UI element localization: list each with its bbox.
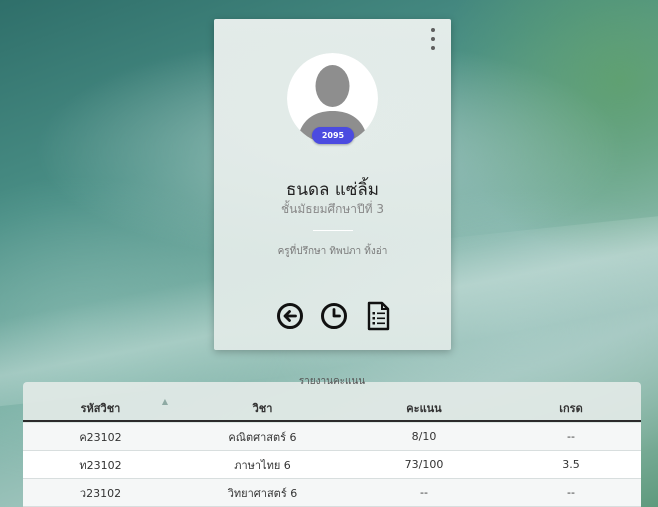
- back-arrow-icon[interactable]: [274, 300, 306, 332]
- divider: [313, 230, 353, 231]
- action-icons: [274, 300, 394, 332]
- cell-grade: --: [567, 430, 575, 443]
- header-score[interactable]: คะแนน: [347, 399, 501, 417]
- header-grade[interactable]: เกรด: [501, 399, 641, 417]
- cell-subject: วิทยาศาสตร์ 6: [227, 486, 298, 500]
- cell-score: --: [420, 486, 428, 499]
- sort-ascending-icon[interactable]: ▲: [162, 397, 168, 406]
- cell-course-code: ว23102: [79, 486, 122, 500]
- student-id-badge: 2095: [312, 127, 354, 144]
- advisor-name: ครูที่ปรึกษา ทิพปภา ทิ้งอ่า: [277, 246, 388, 257]
- table-header: รหัสวิชา ▲ วิชา คะแนน เกรด: [23, 396, 641, 422]
- table-body: ค23102 คณิตศาสตร์ 6 8/10 -- ท23102 ภาษาไ…: [23, 423, 641, 507]
- cell-score: 8/10: [411, 430, 437, 443]
- student-name: ธนดล แซ่ลิ้ม: [286, 180, 379, 200]
- cell-course-code: ท23102: [79, 458, 122, 472]
- table-row: ว23102 วิทยาศาสตร์ 6 -- --: [23, 479, 641, 507]
- report-title: รายงานคะแนน: [298, 376, 366, 387]
- cell-subject: คณิตศาสตร์ 6: [228, 430, 297, 444]
- cell-subject: ภาษาไทย 6: [234, 458, 291, 472]
- kebab-menu-icon[interactable]: [427, 28, 439, 50]
- header-course-code[interactable]: รหัสวิชา ▲: [23, 397, 178, 417]
- cell-score: 73/100: [404, 458, 444, 471]
- table-row: ค23102 คณิตศาสตร์ 6 8/10 --: [23, 423, 641, 451]
- cell-grade: --: [567, 486, 575, 499]
- cell-grade: 3.5: [562, 458, 580, 471]
- student-level: ชั้นมัธยมศึกษาปีที่ 3: [280, 202, 385, 216]
- table-row: ท23102 ภาษาไทย 6 73/100 3.5: [23, 451, 641, 479]
- profile-card: 2095 ธนดล แซ่ลิ้ม ชั้นมัธยมศึกษาปีที่ 3 …: [214, 19, 451, 350]
- document-list-icon[interactable]: [362, 300, 394, 332]
- clock-icon[interactable]: [318, 300, 350, 332]
- cell-course-code: ค23102: [79, 430, 122, 444]
- header-subject[interactable]: วิชา: [178, 399, 347, 417]
- score-report: รายงานคะแนน รหัสวิชา ▲ วิชา คะแนน เกรด ค…: [23, 376, 641, 507]
